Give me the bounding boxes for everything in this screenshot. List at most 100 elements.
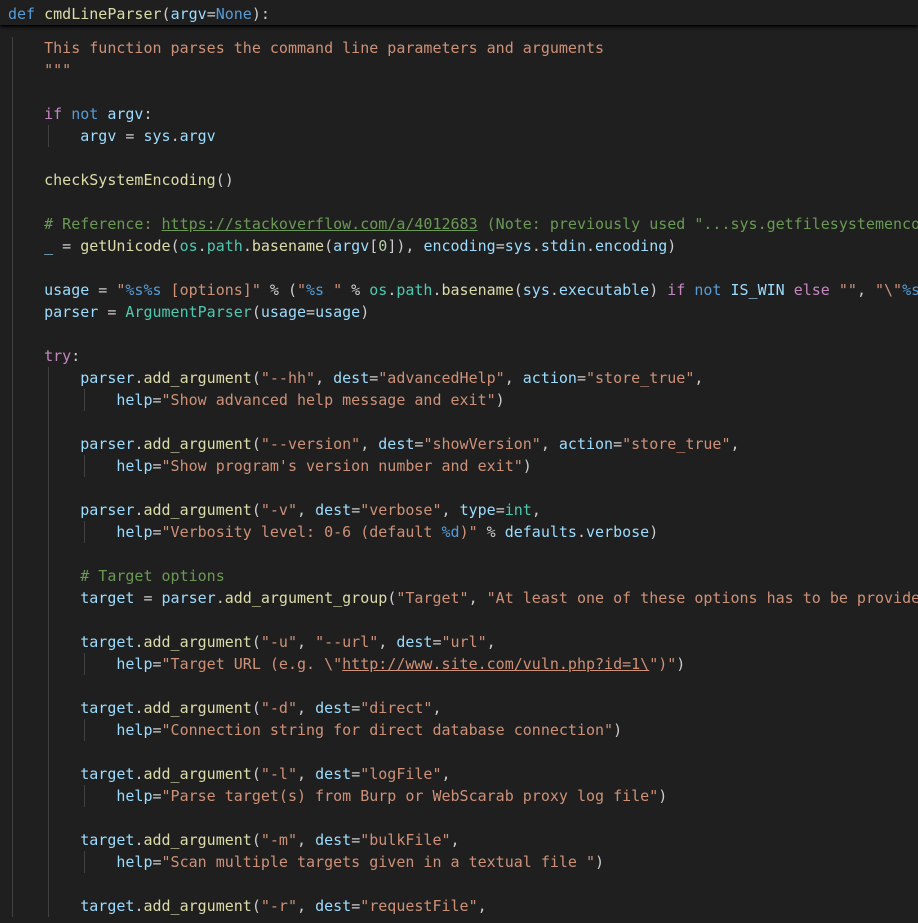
code-line[interactable]: help="Connection string for direct datab…	[0, 719, 918, 741]
code-line[interactable]: parser.add_argument("--hh", dest="advanc…	[0, 367, 918, 389]
code-line[interactable]: target.add_argument("-r", dest="requestF…	[0, 895, 918, 917]
code-token: checkSystemEncoding	[44, 171, 216, 189]
code-line[interactable]	[0, 477, 918, 499]
code-line[interactable]: target.add_argument("-l", dest="logFile"…	[0, 763, 918, 785]
code-token: cmdLineParser	[44, 5, 162, 23]
code-line[interactable]: parser.add_argument("--version", dest="s…	[0, 433, 918, 455]
code-line[interactable]: help="Show program's version number and …	[0, 455, 918, 477]
code-line[interactable]: This function parses the command line pa…	[0, 37, 918, 59]
code-line[interactable]: help="Show advanced help message and exi…	[0, 389, 918, 411]
code-line[interactable]: """	[0, 59, 918, 81]
code-token: "Show program's version number and exit"	[161, 457, 523, 475]
code-line[interactable]: help="Target URL (e.g. \"http://www.site…	[0, 653, 918, 675]
code-line[interactable]: parser = ArgumentParser(usage=usage)	[0, 301, 918, 323]
code-token: "direct"	[360, 699, 433, 717]
code-line[interactable]	[0, 147, 918, 169]
code-line[interactable]	[0, 257, 918, 279]
code-token: )	[360, 303, 370, 321]
code-token: dest	[333, 369, 370, 387]
code-token: (	[161, 5, 171, 23]
code-token: .	[197, 237, 207, 255]
code-token: %s	[306, 281, 325, 299]
code-line[interactable]: parser.add_argument("-v", dest="verbose"…	[0, 499, 918, 521]
code-token: help	[116, 523, 153, 541]
code-token: [options]"	[161, 281, 261, 299]
code-line[interactable]	[0, 873, 918, 895]
code-token: (	[251, 501, 261, 519]
code-editor[interactable]: def cmdLineParser(argv=None): This funct…	[0, 0, 918, 923]
code-token: =	[98, 303, 126, 321]
code-token: not	[694, 281, 722, 299]
code-line[interactable]: help="Scan multiple targets given in a t…	[0, 851, 918, 873]
code-line[interactable]	[0, 191, 918, 213]
line-code: help="Connection string for direct datab…	[8, 719, 622, 741]
code-line[interactable]: argv = sys.argv	[0, 125, 918, 147]
code-line[interactable]: usage = "%s%s [options]" % ("%s " % os.p…	[0, 279, 918, 301]
code-line[interactable]	[0, 675, 918, 697]
code-line[interactable]: target = parser.add_argument_group("Targ…	[0, 587, 918, 609]
code-line[interactable]	[0, 741, 918, 763]
code-line[interactable]: target.add_argument("-u", "--url", dest=…	[0, 631, 918, 653]
code-token: =	[369, 369, 379, 387]
code-line[interactable]: checkSystemEncoding()	[0, 169, 918, 191]
code-token: .	[242, 237, 252, 255]
code-token: "verbose"	[360, 501, 442, 519]
code-token: =	[53, 237, 81, 255]
code-line[interactable]: if not argv:	[0, 103, 918, 125]
sticky-scroll-line[interactable]: def cmdLineParser(argv=None):	[0, 3, 918, 25]
code-token: )	[649, 281, 668, 299]
code-token: action	[522, 369, 577, 387]
code-token: (	[324, 237, 334, 255]
code-line[interactable]	[0, 543, 918, 565]
code-token: =	[152, 655, 162, 673]
code-line[interactable]	[0, 609, 918, 631]
code-line[interactable]	[0, 323, 918, 345]
code-line[interactable]: try:	[0, 345, 918, 367]
sticky-scroll-header[interactable]: def cmdLineParser(argv=None):	[0, 0, 918, 25]
line-code: # Reference: https://stackoverflow.com/a…	[8, 213, 918, 235]
code-token: parser	[80, 435, 135, 453]
code-token: ,	[531, 501, 541, 519]
code-token: ,	[315, 369, 334, 387]
code-token: "Target URL (e.g. \"	[161, 655, 343, 673]
code-token: =	[613, 435, 623, 453]
code-line[interactable]	[0, 411, 918, 433]
code-line[interactable]: help="Verbosity level: 0-6 (default %d)"…	[0, 521, 918, 543]
code-token: =	[495, 501, 505, 519]
code-token: )	[676, 655, 686, 673]
code-token: "--hh"	[260, 369, 316, 387]
code-token: sys	[504, 237, 532, 255]
code-line[interactable]: target.add_argument("-m", dest="bulkFile…	[0, 829, 918, 851]
code-token: )	[649, 523, 659, 541]
code-token: argv	[333, 237, 370, 255]
code-line[interactable]: # Reference: https://stackoverflow.com/a…	[0, 213, 918, 235]
line-code: target.add_argument("-d", dest="direct",	[8, 697, 442, 719]
line-code: _ = getUnicode(os.path.basename(argv[0])…	[8, 235, 676, 257]
code-token: %	[342, 281, 370, 299]
code-lines[interactable]: This function parses the command line pa…	[0, 37, 918, 917]
code-token: IS_WIN	[730, 281, 785, 299]
code-token: ,	[378, 633, 397, 651]
code-token: int	[504, 501, 532, 519]
code-line[interactable]: # Target options	[0, 565, 918, 587]
code-token: http://www.site.com/vuln.php?id=1\	[342, 655, 650, 673]
code-line[interactable]: target.add_argument("-d", dest="direct",	[0, 697, 918, 719]
code-line[interactable]: _ = getUnicode(os.path.basename(argv[0])…	[0, 235, 918, 257]
code-token: "	[297, 281, 307, 299]
code-token: =	[206, 5, 216, 23]
code-line[interactable]	[0, 81, 918, 103]
code-token: usage	[260, 303, 307, 321]
line-code: help="Show program's version number and …	[8, 455, 531, 477]
code-line[interactable]: help="Parse target(s) from Burp or WebSc…	[0, 785, 918, 807]
code-token: =	[152, 853, 162, 871]
code-token: ,	[432, 699, 442, 717]
code-token: ,	[694, 369, 704, 387]
code-token: :	[143, 105, 153, 123]
code-line[interactable]	[0, 807, 918, 829]
code-token: (	[251, 765, 261, 783]
